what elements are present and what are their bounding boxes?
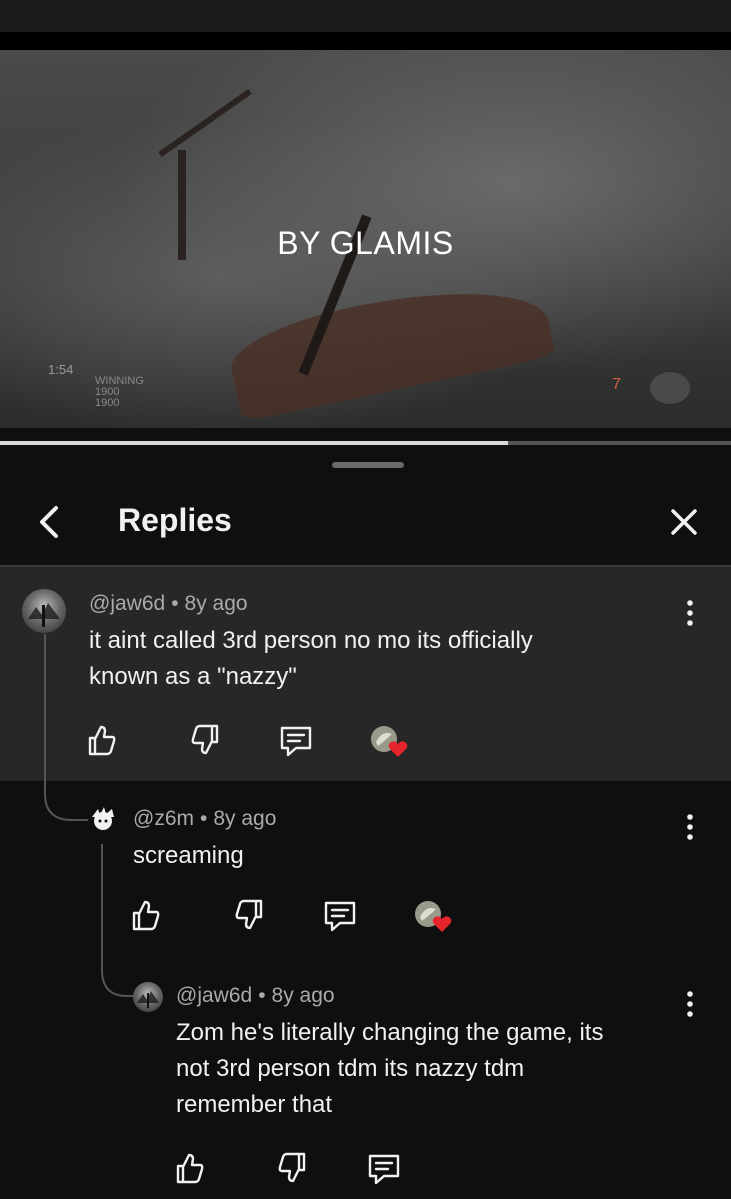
avatar-image: [137, 991, 159, 1008]
creator-heart-icon: [371, 726, 408, 757]
avatar[interactable]: [133, 982, 163, 1012]
dislike-button[interactable]: [270, 1148, 314, 1188]
replies-sheet: Replies @jaw6d • 8y ago it aint called 3rd…: [0, 448, 731, 1199]
thumbs-down-icon: [235, 899, 263, 930]
thumbs-down-icon: [191, 724, 219, 755]
comment-age[interactable]: 8y ago: [185, 592, 248, 615]
comment-meta: @jaw6d • 8y ago: [89, 592, 248, 616]
comment-text-line: it aint called 3rd person no mo its offi…: [89, 627, 533, 654]
comment-text-line: not 3rd person tdm its nazzy tdm: [176, 1055, 525, 1082]
video-player[interactable]: BY GLAMIS 1:54 WINNING 1900 1900 7: [0, 50, 731, 428]
meta-separator: •: [171, 592, 179, 615]
creator-heart-icon: [415, 901, 452, 932]
comment-meta: @jaw6d • 8y ago: [176, 984, 335, 1008]
status-area: [0, 0, 731, 32]
comment-text-line: Zom he's literally changing the game, it…: [176, 1019, 604, 1046]
video-progress-bar[interactable]: [0, 441, 731, 445]
avatar[interactable]: [22, 589, 66, 633]
video-scene-branch: [158, 88, 252, 158]
comment-age[interactable]: 8y ago: [272, 984, 335, 1007]
avatar-image: [92, 807, 114, 830]
comment-text: Zom he's literally changing the game, it…: [176, 1015, 696, 1123]
comment-text-line: known as a "nazzy": [89, 663, 297, 690]
comment-text: screaming: [133, 838, 673, 874]
hud-score-enemy: 1900: [95, 397, 120, 409]
comment-age[interactable]: 8y ago: [213, 807, 276, 830]
video-scene-ground: [224, 267, 556, 423]
more-options-icon[interactable]: [680, 984, 700, 1024]
hud-ammo: 7: [612, 376, 621, 393]
meta-separator: •: [200, 807, 208, 830]
hud-radar: [650, 372, 690, 404]
comment-meta: @z6m • 8y ago: [133, 807, 276, 831]
avatar-image: [28, 603, 60, 627]
hud-score: WINNING 1900 1900: [95, 376, 144, 409]
avatar[interactable]: [88, 805, 118, 835]
meta-separator: •: [258, 984, 266, 1007]
sheet-title: Replies: [118, 502, 232, 538]
more-options-icon[interactable]: [680, 807, 700, 847]
thumbs-up-icon: [88, 725, 116, 756]
back-button[interactable]: [30, 498, 70, 546]
thumbs-up-icon: [132, 900, 160, 931]
thread-connector: [44, 774, 90, 821]
comment-author[interactable]: @jaw6d: [89, 592, 165, 615]
close-button[interactable]: [660, 498, 708, 546]
comment-author[interactable]: @jaw6d: [176, 984, 252, 1007]
dislike-button[interactable]: [227, 895, 271, 935]
reply-comment-icon: [280, 726, 312, 757]
thumbs-down-icon: [278, 1152, 306, 1183]
thread-connector: [101, 948, 135, 997]
dislike-button[interactable]: [183, 720, 227, 760]
creator-heart-badge: [412, 895, 456, 935]
more-options-icon[interactable]: [680, 593, 700, 633]
comment-text-line: remember that: [176, 1091, 333, 1118]
reply-button[interactable]: [318, 895, 362, 935]
video-caption: BY GLAMIS: [277, 225, 454, 261]
comment-text-line: screaming: [133, 842, 244, 869]
thumbs-up-icon: [176, 1153, 204, 1184]
comment-text: it aint called 3rd person no mo its offi…: [89, 623, 689, 695]
creator-heart-badge: [368, 720, 412, 760]
drag-handle[interactable]: [332, 462, 404, 468]
like-button[interactable]: [168, 1148, 212, 1188]
thread-line: [101, 844, 103, 959]
like-button[interactable]: [80, 720, 124, 760]
close-icon: [671, 509, 697, 535]
video-progress-fill: [0, 441, 509, 445]
reply-button[interactable]: [274, 720, 318, 760]
comment-author[interactable]: @z6m: [133, 807, 194, 830]
like-button[interactable]: [124, 895, 168, 935]
reply-comment-icon: [368, 1154, 400, 1185]
hud-timer: 1:54: [48, 362, 74, 377]
chevron-left-icon: [40, 506, 58, 538]
video-letterbox: [0, 32, 731, 50]
reply-button[interactable]: [362, 1148, 406, 1188]
reply-comment-icon: [324, 901, 356, 932]
